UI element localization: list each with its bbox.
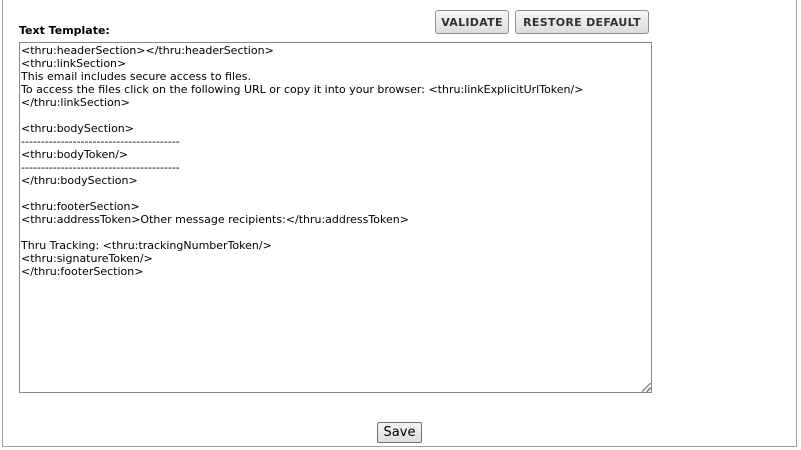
save-button[interactable]: Save [377,422,422,443]
validate-button[interactable]: VALIDATE [435,10,509,34]
restore-default-button[interactable]: RESTORE DEFAULT [515,10,649,34]
resize-grip-icon[interactable] [642,383,651,392]
text-template-label: Text Template: [19,24,110,37]
template-textarea[interactable]: <thru:headerSection></thru:headerSection… [19,42,652,393]
